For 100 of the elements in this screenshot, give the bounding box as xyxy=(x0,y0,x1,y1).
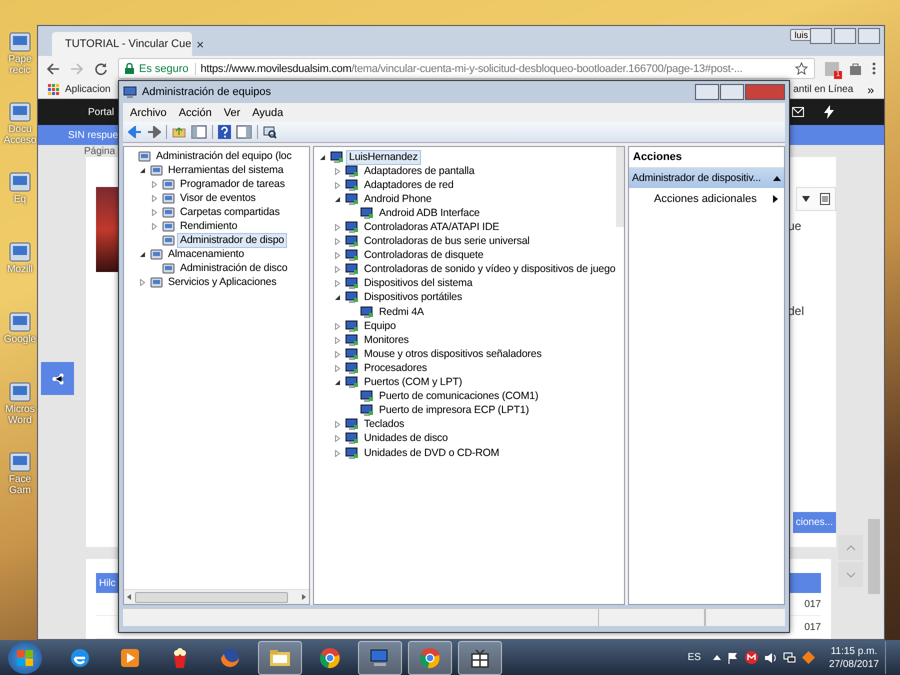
pane-toggle-icon[interactable] xyxy=(236,125,252,139)
tab-close-button[interactable]: × xyxy=(196,36,204,52)
expand-arrow-icon[interactable] xyxy=(151,194,158,202)
collapse-arrow-icon[interactable] xyxy=(139,166,146,174)
expand-arrow-icon[interactable] xyxy=(334,450,341,457)
collapse-arrow-icon[interactable] xyxy=(139,251,146,258)
expand-arrow-icon[interactable] xyxy=(334,266,341,274)
back-arrow-icon[interactable] xyxy=(46,62,60,76)
expand-arrow-icon[interactable] xyxy=(151,208,158,216)
actions-section[interactable]: Administrador de dispositiv... xyxy=(629,168,784,188)
folder-up-icon[interactable] xyxy=(172,126,186,138)
bookmarks-overflow-button[interactable]: » xyxy=(867,82,874,96)
tree-item[interactable]: Puertos (COM y LPT) xyxy=(361,375,466,390)
back-arrow-icon[interactable] xyxy=(128,126,142,138)
tree-item[interactable]: Servicios y Aplicaciones xyxy=(165,275,280,290)
expand-arrow-icon[interactable] xyxy=(151,223,158,230)
tree-item[interactable]: Adaptadores de red xyxy=(361,178,457,193)
bookmark-link[interactable]: antil en Línea xyxy=(793,84,854,95)
menu-icon[interactable] xyxy=(872,62,876,75)
tree-item[interactable]: Herramientas del sistema xyxy=(165,162,286,178)
expand-arrow-icon[interactable] xyxy=(334,336,341,344)
tree-item[interactable]: Equipo xyxy=(361,318,399,334)
expand-arrow-icon[interactable] xyxy=(334,435,341,442)
diamond-icon[interactable] xyxy=(802,651,815,664)
menu-item[interactable]: Archivo xyxy=(126,106,171,118)
expand-arrow-icon[interactable] xyxy=(334,168,341,175)
flag-icon[interactable] xyxy=(726,652,739,664)
shortcut-icon[interactable] xyxy=(8,30,32,54)
document-icon[interactable] xyxy=(820,193,830,205)
tree-item[interactable]: LuisHernandez xyxy=(346,150,421,165)
shortcut-icon[interactable] xyxy=(8,100,32,124)
tree-item[interactable]: Administrador de dispo xyxy=(177,233,288,248)
collapse-arrow-icon[interactable] xyxy=(319,154,326,161)
tree-item[interactable]: Procesadores xyxy=(361,360,430,376)
tree-item[interactable]: Unidades de DVD o CD-ROM xyxy=(361,446,502,461)
tree-item[interactable]: Administración de disco xyxy=(177,261,290,276)
taskbar-button[interactable] xyxy=(358,640,402,674)
shortcut-icon[interactable] xyxy=(8,450,32,474)
scroll-left-icon[interactable] xyxy=(127,594,131,600)
tree-item[interactable]: Mouse y otros dispositivos señaladores xyxy=(361,346,545,362)
taskbar-button[interactable] xyxy=(258,640,302,674)
tree-item[interactable]: Carpetas compartidas xyxy=(177,204,283,220)
tree-item[interactable]: Rendimiento xyxy=(177,219,240,234)
share-button[interactable] xyxy=(41,362,74,395)
forward-arrow-icon[interactable] xyxy=(147,126,161,138)
expand-arrow-icon[interactable] xyxy=(334,350,341,358)
bookmark-link[interactable]: Aplicacion xyxy=(65,84,111,95)
tree-item[interactable]: Android ADB Interface xyxy=(376,206,483,221)
action-item[interactable]: Acciones adicionales xyxy=(629,188,784,205)
address-bar[interactable]: Es seguro https://www.movilesdualsim.com/tema/vincular-cuenta-mi-y-solicitud-desbloqueo-bootloader.166700/page-13#post-... xyxy=(118,58,815,79)
page-scrollbar[interactable] xyxy=(868,519,880,594)
tree-item[interactable]: Dispositivos portátiles xyxy=(361,290,466,306)
reload-icon[interactable] xyxy=(94,62,108,76)
tree-item[interactable]: Controladoras de disquete xyxy=(361,248,486,264)
tree-item[interactable]: Android Phone xyxy=(361,192,435,207)
taskbar-button[interactable] xyxy=(458,640,502,674)
tree-item[interactable]: Controladoras ATA/ATAPI IDE xyxy=(361,220,502,236)
shortcut-icon[interactable] xyxy=(8,170,32,194)
menu-item[interactable]: Ayuda xyxy=(248,106,288,118)
shortcut-icon[interactable] xyxy=(8,380,32,404)
post-action-button[interactable]: ciones... xyxy=(792,512,836,533)
tree-item[interactable]: Puerto de comunicaciones (COM1) xyxy=(376,389,542,404)
vertical-scrollbar[interactable] xyxy=(616,147,624,227)
expand-arrow-icon[interactable] xyxy=(334,280,341,288)
speaker-icon[interactable] xyxy=(764,652,777,664)
help-icon[interactable] xyxy=(218,125,231,139)
scroll-right-icon[interactable] xyxy=(302,594,306,600)
maximize-button[interactable] xyxy=(720,84,744,100)
tree-item[interactable]: Programador de tareas xyxy=(177,176,288,192)
tree-item[interactable]: Redmi 4A xyxy=(376,304,427,320)
expand-arrow-icon[interactable] xyxy=(334,238,341,246)
minimize-button[interactable] xyxy=(695,84,719,100)
collapse-arrow-icon[interactable] xyxy=(334,196,341,203)
language-indicator[interactable]: ES xyxy=(688,652,701,663)
scan-hardware-icon[interactable] xyxy=(263,125,277,139)
shortcut-icon[interactable] xyxy=(8,310,32,334)
apps-grid-icon[interactable] xyxy=(48,84,59,95)
tree-item[interactable]: Monitores xyxy=(361,332,412,348)
pane-toggle-icon[interactable] xyxy=(191,125,207,139)
expand-arrow-icon[interactable] xyxy=(334,224,341,232)
tree-item[interactable]: Teclados xyxy=(361,417,408,432)
profile-badge[interactable]: luis xyxy=(790,29,812,41)
expand-arrow-icon[interactable] xyxy=(334,182,341,189)
tray-arrow-icon[interactable] xyxy=(712,655,721,660)
collapse-arrow-icon[interactable] xyxy=(334,294,341,302)
caret-icon[interactable] xyxy=(802,196,810,202)
horizontal-scrollbar[interactable] xyxy=(124,589,309,604)
m-logo-icon[interactable] xyxy=(744,651,758,664)
tree-item[interactable]: Puerto de impresora ECP (LPT1) xyxy=(376,403,532,418)
window-controls[interactable] xyxy=(810,28,880,44)
expand-arrow-icon[interactable] xyxy=(334,322,341,330)
menu-item[interactable]: Ver xyxy=(220,106,244,118)
tree-item[interactable]: Almacenamiento xyxy=(165,247,248,262)
expand-arrow-icon[interactable] xyxy=(334,421,341,428)
tree-item[interactable]: Dispositivos del sistema xyxy=(361,276,476,292)
tree-item[interactable]: Administración del equipo (loc xyxy=(153,148,295,164)
collapse-arrow-icon[interactable] xyxy=(334,379,341,386)
tree-item[interactable]: Controladoras de sonido y vídeo y dispositivos de juego xyxy=(361,262,618,278)
clock-date[interactable]: 27/08/2017 xyxy=(828,658,879,670)
expand-arrow-icon[interactable] xyxy=(334,364,341,372)
